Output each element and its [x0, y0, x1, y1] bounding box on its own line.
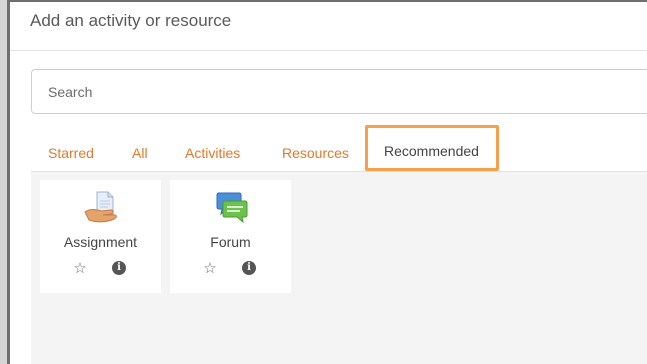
info-icon[interactable]: i — [242, 261, 256, 275]
dialog-header: Add an activity or resource — [10, 2, 647, 51]
left-border — [0, 0, 10, 364]
search-input[interactable] — [32, 70, 647, 113]
info-icon[interactable]: i — [112, 261, 126, 275]
tab-resources[interactable]: Resources — [282, 145, 349, 161]
search-box[interactable] — [31, 69, 647, 114]
modules-panel: Assignment ☆ i Forum ☆ i — [31, 172, 647, 364]
forum-icon — [170, 190, 291, 224]
tab-recommended[interactable]: Recommended — [365, 125, 499, 171]
star-icon[interactable]: ☆ — [201, 260, 219, 278]
module-card-assignment[interactable]: Assignment ☆ i — [40, 180, 161, 293]
module-card-forum[interactable]: Forum ☆ i — [170, 180, 291, 293]
tab-starred[interactable]: Starred — [48, 145, 94, 161]
module-name: Assignment — [63, 234, 138, 250]
dialog-title: Add an activity or resource — [30, 11, 232, 30]
module-name: Forum — [210, 234, 251, 250]
tab-all[interactable]: All — [132, 145, 148, 161]
assignment-icon — [40, 190, 161, 224]
tab-activities[interactable]: Activities — [185, 145, 240, 161]
tab-bar: Starred All Activities Resources Recomme… — [31, 125, 647, 172]
star-icon[interactable]: ☆ — [71, 260, 89, 278]
